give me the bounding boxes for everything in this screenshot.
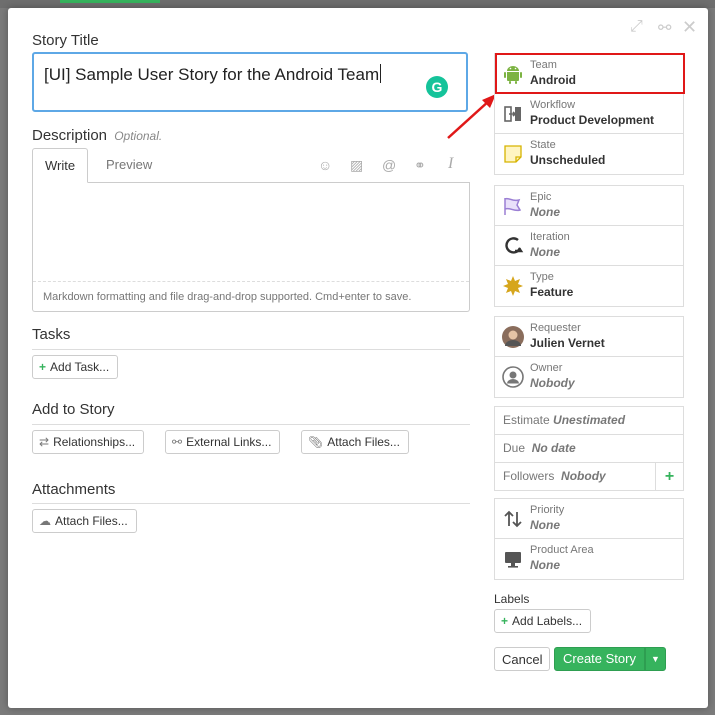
- arrows-icon: ⇄: [39, 435, 50, 449]
- create-story-button[interactable]: Create Story: [554, 647, 645, 671]
- followers-value: Nobody: [561, 469, 606, 483]
- due-label: Due: [503, 441, 526, 455]
- tasks-label: Tasks: [32, 326, 71, 343]
- workflow-value: Product Development: [530, 113, 655, 127]
- type-value: Feature: [530, 285, 574, 299]
- estimate-value: Unestimated: [553, 413, 626, 427]
- attachments-label: Attachments: [32, 481, 116, 498]
- story-title-input[interactable]: [UI] Sample User Story for the Android T…: [32, 52, 468, 112]
- iteration-field[interactable]: Iteration None: [495, 226, 683, 266]
- epic-iteration-panel: Epic None Iteration None Type Feature: [494, 185, 684, 307]
- description-label: Description: [32, 127, 108, 144]
- state-field[interactable]: State Unscheduled: [495, 134, 683, 174]
- create-story-modal: ⤢ ⚯ ✕ Story Title [UI] Sample User Story…: [8, 8, 708, 708]
- attach-files-button-2[interactable]: ☁ Attach Files...: [32, 509, 137, 533]
- add-follower-button[interactable]: +: [655, 463, 683, 490]
- priority-panel: Priority None Product Area None: [494, 498, 684, 580]
- requester-avatar: [502, 326, 524, 348]
- labels-label: Labels: [494, 592, 530, 606]
- estimate-field[interactable]: Estimate Unestimated: [495, 407, 683, 435]
- priority-value: None: [530, 518, 560, 532]
- relationships-button[interactable]: ⇄ Relationships...: [32, 430, 145, 454]
- priority-field[interactable]: Priority None: [495, 499, 683, 539]
- requester-label: Requester: [530, 322, 581, 334]
- tab-preview[interactable]: Preview: [94, 148, 164, 182]
- epic-flag-icon: [504, 197, 522, 215]
- owner-value: Nobody: [530, 376, 575, 390]
- schedule-panel: Estimate Unestimated Due No date Followe…: [494, 406, 684, 491]
- owner-avatar-icon: [502, 366, 524, 388]
- epic-value: None: [530, 205, 560, 219]
- requester-field[interactable]: Requester Julien Vernet: [495, 317, 683, 357]
- iteration-value: None: [530, 245, 560, 259]
- product-area-value: None: [530, 558, 560, 572]
- description-textarea[interactable]: Markdown formatting and file drag-and-dr…: [32, 182, 470, 312]
- type-field[interactable]: Type Feature: [495, 266, 683, 306]
- due-field[interactable]: Due No date: [495, 435, 683, 463]
- due-value: No date: [531, 441, 576, 455]
- estimate-label: Estimate: [503, 413, 550, 427]
- state-label: State: [530, 139, 556, 151]
- expand-icon[interactable]: ⤢: [630, 18, 643, 36]
- type-label: Type: [530, 271, 554, 283]
- caret-down-icon: ▼: [651, 654, 660, 664]
- attach-files-button[interactable]: 📎︎ Attach Files...: [301, 430, 409, 454]
- product-area-label: Product Area: [530, 544, 594, 556]
- state-value: Unscheduled: [530, 153, 606, 167]
- add-task-button[interactable]: + Add Task...: [32, 355, 119, 379]
- workflow-icon: [504, 106, 521, 122]
- followers-label: Followers: [503, 469, 555, 483]
- add-to-story-label: Add to Story: [32, 401, 115, 418]
- monitor-icon: [505, 552, 521, 568]
- italic-icon[interactable]: I: [448, 155, 453, 173]
- feature-star-icon: [503, 276, 523, 296]
- editor-hint: Markdown formatting and file drag-and-dr…: [33, 281, 469, 311]
- workflow-field[interactable]: Workflow Product Development: [495, 94, 683, 134]
- link-icon[interactable]: ⚯: [658, 18, 671, 38]
- paperclip-icon: 📎︎: [308, 435, 324, 449]
- tab-write[interactable]: Write: [32, 148, 89, 183]
- followers-field[interactable]: Followers Nobody +: [495, 463, 683, 490]
- requester-value: Julien Vernet: [530, 336, 605, 350]
- iteration-icon: [505, 237, 524, 254]
- mention-icon[interactable]: @: [382, 157, 396, 173]
- team-highlight-box: [495, 53, 685, 94]
- priority-arrows-icon: [504, 510, 522, 528]
- story-title-value: [UI] Sample User Story for the Android T…: [44, 65, 380, 84]
- cancel-button[interactable]: Cancel: [494, 647, 551, 671]
- chain-icon: ⚯: [172, 435, 183, 449]
- description-heading: Description Optional.: [32, 127, 162, 144]
- cloud-upload-icon: ☁: [39, 514, 51, 528]
- iteration-label: Iteration: [530, 231, 570, 243]
- annotation-arrow-icon: [447, 94, 496, 139]
- link-insert-icon[interactable]: ⚭: [414, 157, 426, 174]
- owner-field[interactable]: Owner Nobody: [495, 357, 683, 397]
- people-panel: Requester Julien Vernet Owner Nobody: [494, 316, 684, 398]
- close-icon[interactable]: ✕: [682, 17, 697, 38]
- priority-label: Priority: [530, 504, 565, 516]
- emoji-icon[interactable]: ☺: [318, 157, 332, 173]
- plus-icon: +: [39, 360, 47, 374]
- description-editor: Write Preview ☺ ▨ @ ⚭ I Markdown formatt…: [32, 148, 470, 313]
- epic-field[interactable]: Epic None: [495, 186, 683, 226]
- description-optional: Optional.: [114, 129, 163, 143]
- create-options-dropdown[interactable]: ▼: [645, 647, 666, 671]
- epic-label: Epic: [530, 191, 552, 203]
- external-links-button[interactable]: ⚯ External Links...: [165, 430, 281, 454]
- story-title-label: Story Title: [32, 32, 99, 49]
- owner-label: Owner: [530, 362, 563, 374]
- state-note-icon: [504, 145, 522, 163]
- image-icon[interactable]: ▨: [350, 157, 363, 174]
- workflow-label: Workflow: [530, 99, 576, 111]
- add-labels-button[interactable]: + Add Labels...: [494, 609, 592, 633]
- product-area-field[interactable]: Product Area None: [495, 539, 683, 579]
- plus-icon: +: [501, 614, 509, 628]
